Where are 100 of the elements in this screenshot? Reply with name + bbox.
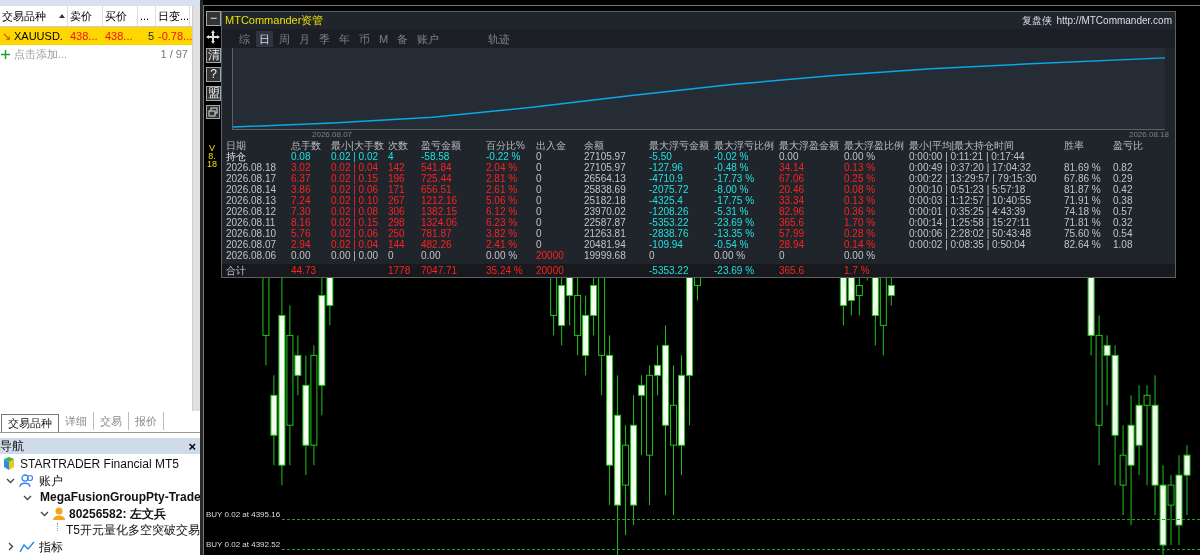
table-cell-text: 438...: [104, 28, 134, 44]
table-cell-text: 0.54: [1113, 228, 1134, 239]
table-cell-text: 25838.69: [584, 184, 627, 195]
toolbar-button[interactable]: ?: [206, 67, 221, 82]
toolbar-button[interactable]: 清: [206, 48, 221, 63]
table-cell-text: 0.00 %: [844, 151, 877, 162]
table-cell-text: 27105.97: [584, 151, 627, 162]
table-cell-text: 0.36 %: [844, 206, 877, 217]
table-cell-text: 298: [388, 217, 406, 228]
table-cell-text: XAUUSD.: [14, 28, 63, 44]
table-cell-text: 144: [388, 239, 406, 250]
column-header[interactable]: 买价: [103, 6, 138, 26]
column-header: 总手数: [291, 140, 322, 151]
axis-label: 2026.08.07: [312, 130, 353, 140]
report-tab[interactable]: 季: [316, 30, 333, 47]
tree-item[interactable]: 指标: [39, 537, 63, 555]
axis-label: 2026.08.18: [1128, 130, 1169, 140]
column-header[interactable]: 交易品种: [0, 6, 68, 26]
panel-tab[interactable]: 交易: [94, 412, 129, 430]
column-header: 盈亏比: [1113, 140, 1144, 151]
table-cell-text: 365.6: [779, 217, 806, 228]
table-cell-text: 0:00:03 | 1:12:57 | 10:40:55: [909, 195, 1032, 206]
table-cell-text: 0.02 | 0.02: [331, 151, 380, 162]
table-cell-text: 0.02 | 0.06: [331, 228, 380, 239]
table-cell-text: 2026.08.17: [226, 173, 278, 184]
tree-item[interactable]: T5开元量化多空突破交易: [66, 521, 200, 540]
report-tab[interactable]: 日: [256, 30, 273, 47]
column-header[interactable]: ...: [138, 6, 156, 26]
table-cell-text: 合计: [226, 265, 247, 276]
table-cell-text: 22587.87: [584, 217, 627, 228]
table-cell-text: -2838.76: [649, 228, 690, 239]
move-icon[interactable]: [206, 30, 220, 44]
panel-tab[interactable]: 详细: [59, 412, 94, 430]
table-cell-text: -5353.22: [649, 265, 690, 276]
tree-item[interactable]: MegaFusionGroupPty-Trade: [40, 488, 201, 507]
column-header: 胜率: [1064, 140, 1085, 151]
table-cell-text: -13.35 %: [714, 228, 756, 239]
table-cell-text: 2.81 %: [486, 173, 519, 184]
symbol-row[interactable]: ↘ XAUUSD. 438... 438... 5 -0.78...: [0, 27, 192, 45]
website-link[interactable]: http://MTCommander.com: [1056, 13, 1172, 28]
report-tab[interactable]: 币: [356, 30, 373, 47]
plus-icon[interactable]: [1, 49, 10, 59]
table-cell-text: 0: [536, 239, 543, 250]
scrollbar[interactable]: [192, 6, 200, 411]
table-cell-text: 82.64 %: [1064, 239, 1102, 250]
column-header: 百分比%: [486, 140, 526, 151]
table-cell-text: 25182.18: [584, 195, 627, 206]
panel-title: MTCommander资管: [225, 13, 324, 29]
tree-item[interactable]: 80256582: 左文兵: [69, 504, 166, 523]
table-cell-text: -5.31 %: [714, 206, 750, 217]
table-cell-text: 0:00:22 | 13:29:57 | 79:15:30: [909, 173, 1038, 184]
table-cell-text: 0:00:00 | 0:11:21 | 0:17:44: [909, 151, 1025, 162]
table-cell-text: 1.08: [1113, 239, 1134, 250]
report-tab[interactable]: 年: [336, 30, 353, 47]
table-cell-text: 1.70 %: [844, 217, 877, 228]
table-cell-text: 0.00 %: [714, 250, 747, 261]
report-tab[interactable]: 备: [394, 30, 412, 47]
table-cell-text: -127.96: [649, 162, 684, 173]
table-cell-text: -109.94: [649, 239, 684, 250]
table-cell-text: -8.00 %: [714, 184, 750, 195]
table-cell-text: 2.41 %: [486, 239, 519, 250]
toolbar-button[interactable]: 盟: [206, 86, 221, 101]
panel-tab[interactable]: 交易品种: [1, 414, 59, 432]
close-button[interactable]: ×: [184, 439, 200, 453]
column-header[interactable]: 卖价: [68, 6, 103, 26]
tree-item[interactable]: STARTRADER Financial MT5: [20, 455, 179, 474]
table-cell-text: 0.13 %: [844, 162, 877, 173]
table-cell-text: 0.02 | 0.08: [331, 206, 380, 217]
panel-tab[interactable]: 报价: [129, 412, 164, 430]
column-header[interactable]: 日变...: [156, 6, 190, 26]
report-tab[interactable]: 周: [276, 30, 293, 47]
table-cell-text: 74.18 %: [1064, 206, 1102, 217]
table-cell-text: 5: [146, 28, 155, 44]
table-cell-text: 3.02: [291, 162, 312, 173]
report-tab[interactable]: M: [376, 30, 392, 47]
column-header: 最小|大手数: [331, 140, 385, 151]
chevron-right-icon[interactable]: [6, 542, 15, 552]
table-cell-text: 6.12 %: [486, 206, 519, 217]
minimize-button[interactable]: −: [206, 11, 221, 26]
table-cell-text: 33.34: [779, 195, 806, 206]
table-cell-text: 82.96: [779, 206, 806, 217]
table-cell-text: 0.00 %: [486, 250, 519, 261]
restore-icon[interactable]: [206, 105, 220, 119]
table-cell-text: 21263.81: [584, 228, 627, 239]
table-cell-text: -23.69 %: [714, 265, 756, 276]
table-cell-text: 8.16: [291, 217, 312, 228]
table-cell-text: 71.91 %: [1064, 195, 1102, 206]
report-tab[interactable]: 轨迹: [485, 30, 514, 47]
report-tab[interactable]: 综: [236, 30, 253, 47]
table-cell-text: 438...: [69, 28, 99, 44]
report-tab[interactable]: 账户: [414, 30, 443, 47]
table-cell-text: -5353.22: [649, 217, 690, 228]
table-cell-text: 57.99: [779, 228, 806, 239]
table-cell-text: 27105.97: [584, 162, 627, 173]
tree-item[interactable]: 账户: [39, 471, 63, 490]
report-tab[interactable]: 月: [296, 30, 313, 47]
table-cell-text: 35.24 %: [486, 265, 524, 276]
table-cell-text: 0.82: [1113, 162, 1134, 173]
table-cell-text: 482.26: [421, 239, 453, 250]
table-cell-text: 0: [536, 162, 543, 173]
